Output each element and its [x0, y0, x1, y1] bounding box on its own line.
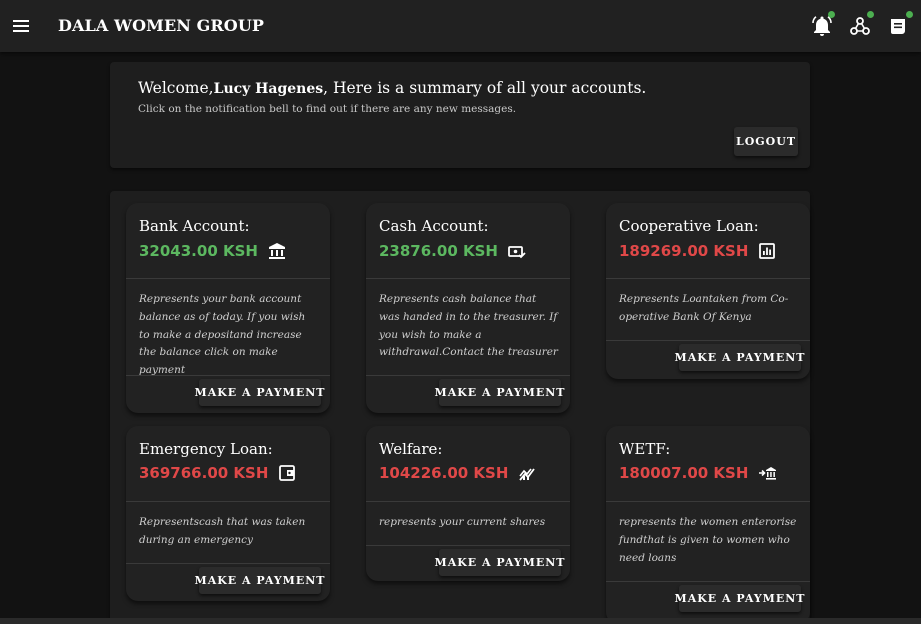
hub-badge: [867, 11, 874, 18]
make-payment-button[interactable]: MAKE A PAYMENT: [195, 379, 324, 406]
emergency-loan-card: Emergency Loan: 369766.00 KSH Represents…: [126, 426, 330, 601]
amount-value: 189269.00 KSH: [619, 242, 749, 260]
app-bar: DALA WOMEN GROUP: [0, 0, 921, 52]
amount-value: 369766.00 KSH: [139, 464, 269, 482]
cash-account-card: Cash Account: 23876.00 KSH Represents ca…: [366, 203, 570, 413]
receipt-badge: [906, 11, 913, 18]
welcome-suffix: , Here is a summary of all your accounts…: [323, 79, 647, 97]
card-description: Represents cash balance that was handed …: [379, 293, 558, 359]
welcome-prefix: Welcome,: [138, 79, 214, 97]
welfare-card: Welfare: 104226.00 KSH represents your c…: [366, 426, 570, 581]
card-amount: 23876.00 KSH: [379, 242, 526, 260]
notification-bell-icon[interactable]: [810, 11, 835, 38]
menu-icon[interactable]: [10, 14, 34, 38]
card-description: represents your current shares: [379, 516, 546, 528]
notification-badge: [828, 11, 835, 18]
card-description: Represents your bank account balance as …: [139, 293, 306, 377]
app-title: DALA WOMEN GROUP: [58, 16, 265, 35]
amount-value: 23876.00 KSH: [379, 242, 498, 260]
amount-value: 32043.00 KSH: [139, 242, 258, 260]
card-amount: 104226.00 KSH: [379, 464, 536, 482]
card-description: Representscash that was taken during an …: [139, 516, 306, 546]
amount-value: 180007.00 KSH: [619, 464, 749, 482]
welcome-message: Welcome,Lucy Hagenes, Here is a summary …: [138, 79, 646, 97]
card-amount: 180007.00 KSH: [619, 464, 777, 482]
card-amount: 189269.00 KSH: [619, 242, 776, 260]
card-divider: [126, 501, 330, 502]
card-title: Cooperative Loan:: [619, 217, 759, 235]
make-payment-button[interactable]: MAKE A PAYMENT: [195, 567, 324, 594]
chart-icon: [758, 242, 776, 260]
card-title: Welfare:: [379, 440, 443, 458]
logout-button[interactable]: LOGOUT: [734, 127, 798, 156]
stacked-chart-icon: [518, 464, 536, 482]
card-divider: [606, 581, 810, 582]
hub-icon[interactable]: [848, 11, 874, 38]
card-title: WETF:: [619, 440, 671, 458]
card-divider: [366, 375, 570, 376]
card-amount: 369766.00 KSH: [139, 464, 296, 482]
bank-account-card: Bank Account: 32043.00 KSH Represents yo…: [126, 203, 330, 413]
wetf-card: WETF: 180007.00 KSH represents the women…: [606, 426, 810, 624]
make-payment-button[interactable]: MAKE A PAYMENT: [675, 585, 804, 612]
card-divider: [366, 545, 570, 546]
welcome-subtitle: Click on the notification bell to find o…: [138, 103, 517, 115]
card-amount: 32043.00 KSH: [139, 242, 286, 260]
make-payment-button[interactable]: MAKE A PAYMENT: [435, 379, 564, 406]
card-divider: [126, 278, 330, 279]
card-description: Represents Loantaken from Co-operative B…: [619, 293, 789, 323]
make-payment-button[interactable]: MAKE A PAYMENT: [435, 549, 564, 576]
card-title: Cash Account:: [379, 217, 489, 235]
card-title: Emergency Loan:: [139, 440, 273, 458]
bank-icon: [268, 242, 286, 260]
cash-check-icon: [508, 242, 526, 260]
card-divider: [126, 375, 330, 376]
card-title: Bank Account:: [139, 217, 250, 235]
user-name: Lucy Hagenes: [213, 81, 324, 97]
card-divider: [606, 340, 810, 341]
card-divider: [366, 501, 570, 502]
card-description: represents the women enterorise fundthat…: [619, 516, 797, 564]
card-divider: [606, 501, 810, 502]
cooperative-loan-card: Cooperative Loan: 189269.00 KSH Represen…: [606, 203, 810, 379]
wallet-icon: [278, 464, 296, 482]
page-bottom-edge: [0, 618, 921, 624]
bank-transfer-icon: [758, 464, 777, 482]
accounts-panel: Bank Account: 32043.00 KSH Represents yo…: [110, 191, 810, 624]
card-divider: [126, 563, 330, 564]
amount-value: 104226.00 KSH: [379, 464, 509, 482]
card-divider: [606, 278, 810, 279]
receipt-icon[interactable]: [886, 11, 913, 38]
card-divider: [366, 278, 570, 279]
make-payment-button[interactable]: MAKE A PAYMENT: [675, 344, 804, 371]
welcome-panel: Welcome,Lucy Hagenes, Here is a summary …: [110, 62, 810, 168]
